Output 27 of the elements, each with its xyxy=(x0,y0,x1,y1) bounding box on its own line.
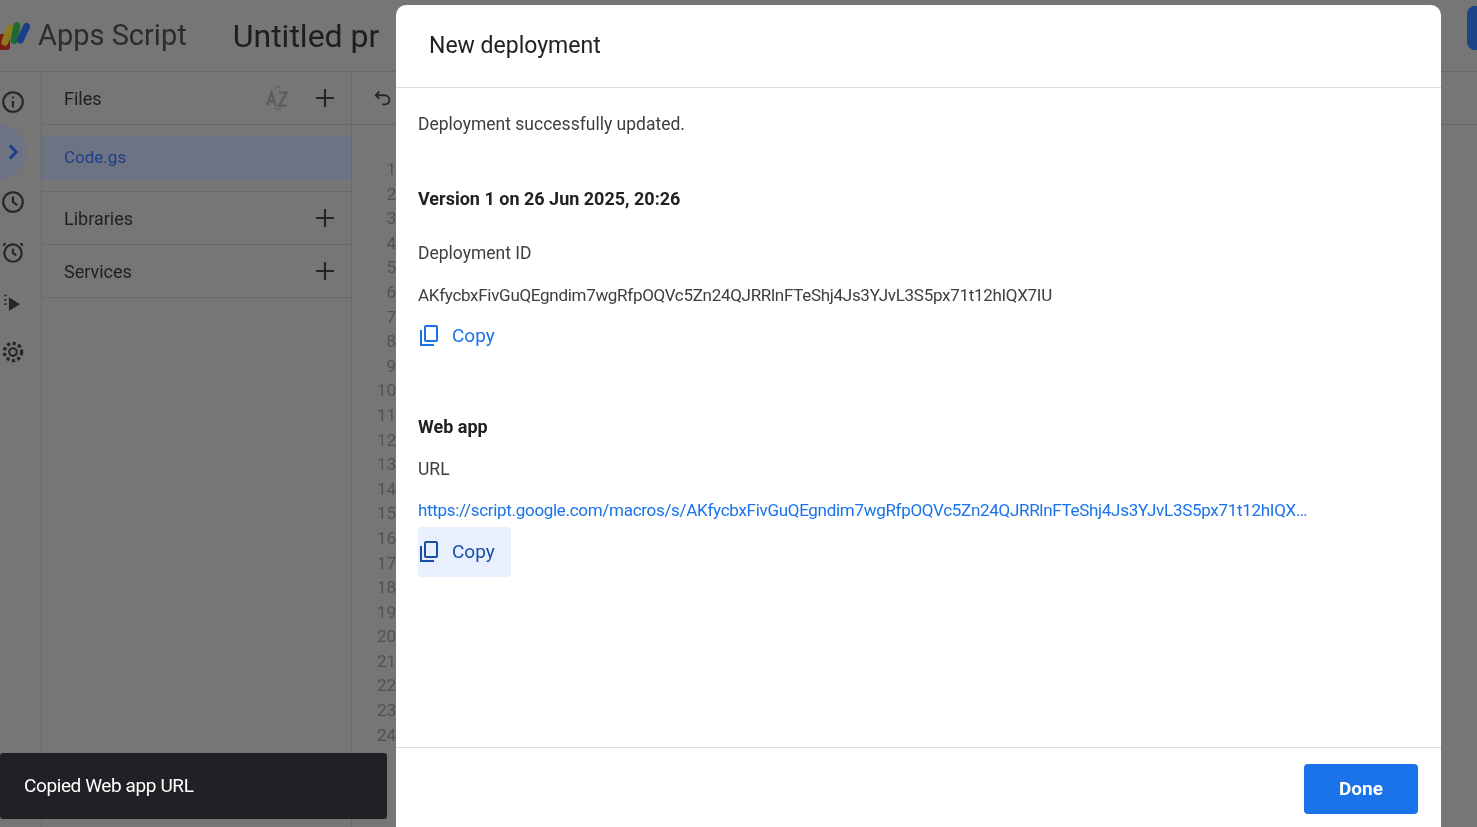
add-icon xyxy=(313,86,337,110)
url-link[interactable]: https://script.google.com/macros/s/AKfycbxFivGuQEgndim7wgRfpOQVc5Zn24QJRRlnFTeShj4Js3YJvL3S5px71t12hIQX… xyxy=(418,498,1415,524)
copy-button[interactable]: Copy xyxy=(418,311,511,361)
settings-icon xyxy=(0,339,26,365)
clock-icon xyxy=(0,189,26,215)
version-heading: Version 1 on 26 Jun 2025, 20:26 xyxy=(418,187,682,212)
copy-button[interactable]: Copy xyxy=(418,526,511,577)
field-label: Deployment ID xyxy=(418,242,533,266)
section-title: Libraries xyxy=(64,206,135,231)
add-button[interactable] xyxy=(313,259,337,283)
section-title: Services xyxy=(64,259,133,284)
field-label: URL xyxy=(418,458,451,481)
section-heading: Web app xyxy=(418,415,489,439)
info-icon xyxy=(0,89,26,115)
toast-message: Copied Web app URL xyxy=(0,753,387,819)
add-icon xyxy=(313,259,337,283)
app-name: Apps Script xyxy=(38,16,187,54)
add-icon xyxy=(313,206,337,230)
deployment-id: AKfycbxFivGuQEgndim7wgRfpOQVc5Zn24QJRRlnFTeShj4Js3YJvL3S5px71t12hIQX7IU xyxy=(418,283,1053,307)
add-button[interactable] xyxy=(313,86,337,110)
project-title[interactable]: Untitled pr xyxy=(232,11,380,60)
section-title: Files xyxy=(64,86,103,111)
status-message: Deployment successfully updated. xyxy=(418,113,686,136)
dialog-title: New deployment xyxy=(429,30,601,61)
add-button[interactable] xyxy=(313,206,337,230)
deploy-button[interactable] xyxy=(1467,6,1477,50)
done-button[interactable]: Done xyxy=(1304,764,1418,814)
